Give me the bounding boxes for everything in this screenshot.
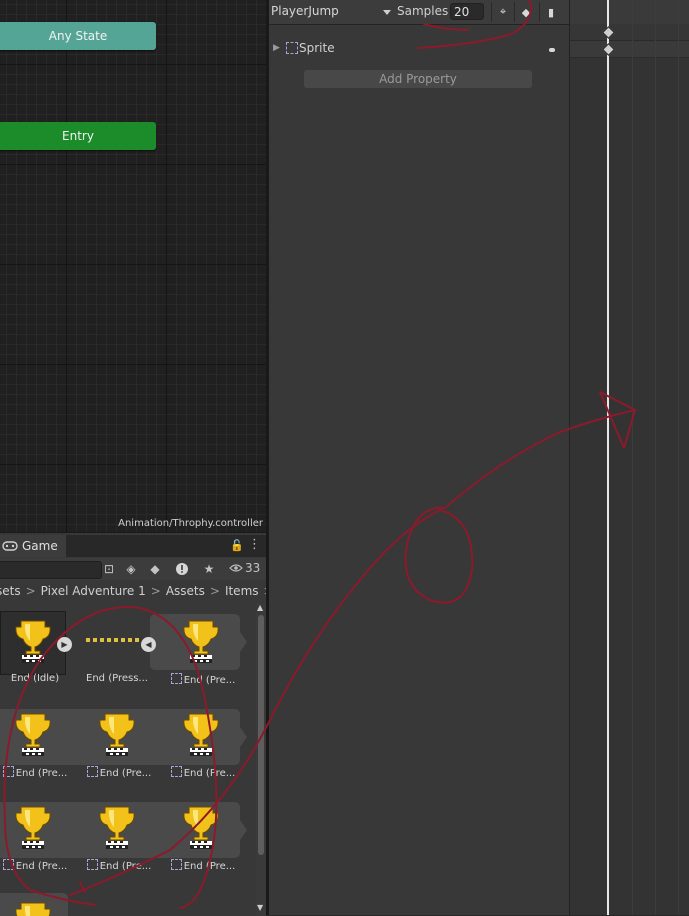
asset-item[interactable]: End (Pre... xyxy=(168,797,235,879)
state-node-any-state[interactable]: Any State xyxy=(0,22,156,50)
project-toolbar: ⊡ ◈ ◆ ★ 33 xyxy=(0,558,266,580)
state-node-label: Any State xyxy=(48,29,108,43)
trophy-icon xyxy=(15,713,51,756)
chevron-down-icon xyxy=(383,10,391,15)
trophy-icon xyxy=(183,713,219,756)
asset-label: End (Pre... xyxy=(84,766,154,779)
hidden-packages-toggle[interactable]: 33 xyxy=(229,561,260,575)
breadcrumb-separator: > xyxy=(209,584,220,598)
sprite-strip-icon xyxy=(86,638,139,642)
hidden-count-value: 33 xyxy=(245,561,261,575)
trophy-icon xyxy=(183,620,219,663)
asset-item[interactable]: End (Press... xyxy=(82,611,148,693)
breadcrumb-item[interactable]: Items xyxy=(225,584,259,598)
property-row-sprite[interactable]: ▶ Sprite xyxy=(269,39,569,59)
asset-label: End (Pre... xyxy=(168,673,238,686)
timeline-playhead[interactable] xyxy=(607,0,609,915)
tab-game[interactable]: Game xyxy=(0,535,66,557)
state-node-entry[interactable]: Entry xyxy=(0,122,156,150)
asset-item[interactable]: End (Pre... xyxy=(168,611,235,693)
add-property-button[interactable]: Add Property xyxy=(304,70,532,88)
breadcrumb-separator: > xyxy=(150,584,161,598)
property-label: Sprite xyxy=(299,41,335,55)
eye-icon xyxy=(229,564,243,572)
filter-by-label-icon[interactable]: ◆ xyxy=(146,560,164,578)
asset-label: End (Press... xyxy=(86,673,148,684)
asset-item[interactable]: End (Pre... xyxy=(0,797,67,879)
trophy-icon xyxy=(183,806,219,849)
asset-label: End (Pre... xyxy=(168,766,238,779)
favorites-star-icon[interactable]: ★ xyxy=(200,560,218,578)
project-panel: Game 🔓 ⋮ ⊡ ◈ ◆ ★ 33 sets > Pixel Adventur… xyxy=(0,532,274,916)
clip-dropdown[interactable]: PlayerJump xyxy=(269,2,393,21)
trophy-icon xyxy=(99,713,135,756)
search-filter-icon[interactable]: ⊡ xyxy=(100,560,118,578)
timeline-grid-line xyxy=(655,0,656,915)
asset-label: End (Pre... xyxy=(0,766,70,779)
breadcrumb-separator: > xyxy=(25,584,36,598)
lock-icon[interactable]: 🔓 xyxy=(230,539,244,552)
asset-item[interactable]: End (Pre... xyxy=(0,704,67,786)
collapse-animation-icon[interactable]: ◀ xyxy=(141,637,156,652)
asset-item[interactable]: End (Idle) xyxy=(0,611,66,693)
scroll-up-icon[interactable]: ▲ xyxy=(257,603,263,612)
trophy-icon xyxy=(15,620,51,663)
timeline-grid-line xyxy=(678,0,679,915)
state-node-label: Entry xyxy=(62,129,94,143)
play-animation-icon[interactable]: ▶ xyxy=(57,637,72,652)
samples-field[interactable]: 20 xyxy=(450,3,484,20)
trophy-icon xyxy=(99,806,135,849)
asset-label: End (Pre... xyxy=(168,859,238,872)
animation-timeline[interactable] xyxy=(569,0,689,915)
breadcrumb-item[interactable]: Assets xyxy=(166,584,205,598)
warning-icon[interactable] xyxy=(173,560,191,578)
asset-grid: End (Idle) ▶ End (Press... ◀ End (Pre...… xyxy=(0,603,256,916)
more-options-icon[interactable]: ⋮ xyxy=(248,537,261,552)
asset-label: End (Idle) xyxy=(10,673,60,684)
trophy-icon xyxy=(15,902,51,916)
timeline-track-row xyxy=(570,41,689,58)
asset-item[interactable]: End (Pre... xyxy=(84,704,151,786)
trophy-icon xyxy=(15,806,51,849)
samples-label: Samples xyxy=(397,4,449,18)
gamepad-icon xyxy=(2,541,18,551)
asset-item[interactable]: End (Pre... xyxy=(84,797,151,879)
filter-by-type-icon[interactable]: ◈ xyxy=(122,560,140,578)
scrollbar-thumb[interactable] xyxy=(258,615,264,855)
timeline-summary-row xyxy=(570,24,689,41)
asset-label: End (Pre... xyxy=(0,859,70,872)
animation-toolbar: PlayerJump Samples 20 ⌖ ◆ ▮ xyxy=(269,0,569,25)
animator-graph[interactable]: Any State Entry Animation/Throphy.contro… xyxy=(0,0,266,532)
breadcrumb: sets> Pixel Adventure 1> Assets> Items> xyxy=(0,581,274,601)
timeline-ruler[interactable] xyxy=(570,0,689,25)
panel-tab-bar: Game 🔓 ⋮ xyxy=(0,535,266,557)
asset-item[interactable]: End (Pre... xyxy=(168,704,235,786)
animation-panel: PlayerJump Samples 20 ⌖ ◆ ▮ ▶ Sprite Add… xyxy=(269,0,569,915)
timeline-grid-line xyxy=(632,0,633,915)
add-event-icon[interactable]: ▮ xyxy=(539,2,562,22)
asset-grid-scrollbar[interactable]: ▲ ▼ xyxy=(256,603,266,916)
add-keyframe-icon[interactable]: ◆ xyxy=(514,2,537,22)
tab-label: Game xyxy=(22,539,58,553)
controller-path: Animation/Throphy.controller xyxy=(118,518,263,529)
search-input[interactable] xyxy=(0,561,102,579)
filter-by-selection-icon[interactable]: ⌖ xyxy=(491,2,514,22)
asset-label: End (Pre... xyxy=(84,859,154,872)
scroll-down-icon[interactable]: ▼ xyxy=(257,903,263,912)
expand-arrow-icon[interactable]: ▶ xyxy=(273,43,280,53)
sprite-renderer-icon xyxy=(286,42,298,54)
clip-name: PlayerJump xyxy=(271,4,339,18)
breadcrumb-item[interactable]: Pixel Adventure 1 xyxy=(41,584,146,598)
breadcrumb-item[interactable]: sets xyxy=(0,584,21,598)
property-options-icon[interactable] xyxy=(549,48,555,52)
